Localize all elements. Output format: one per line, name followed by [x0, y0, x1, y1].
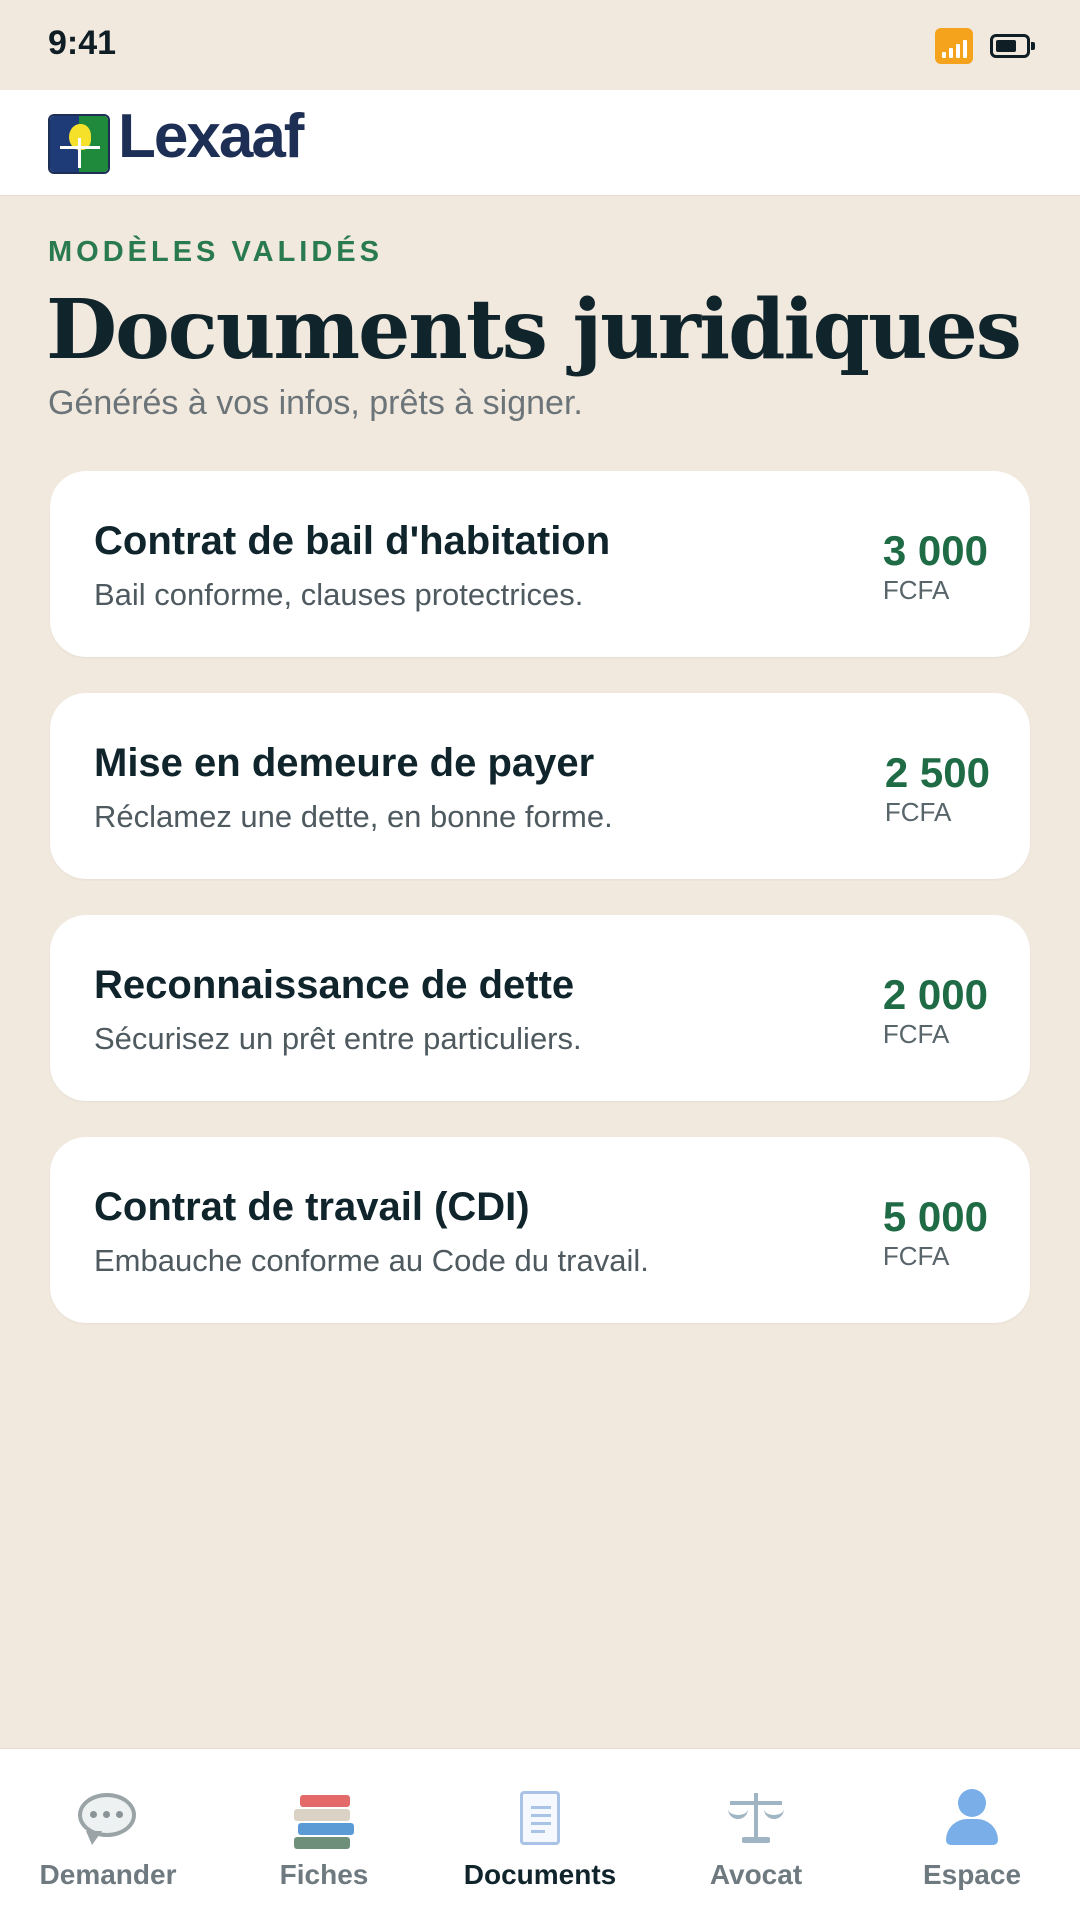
- signal-icon: [935, 28, 973, 64]
- tab-documents[interactable]: Documents: [432, 1749, 648, 1921]
- books-icon: [292, 1787, 356, 1851]
- price-currency: FCFA: [884, 797, 952, 827]
- tab-demander[interactable]: Demander: [0, 1749, 216, 1921]
- person-icon: [940, 1787, 1004, 1851]
- price-value: 2 000: [882, 971, 988, 1018]
- tab-label: Espace: [922, 1859, 1022, 1890]
- document-icon: [508, 1787, 572, 1851]
- battery-icon: [990, 34, 1035, 58]
- price-currency: FCFA: [882, 1241, 950, 1271]
- tab-avocat[interactable]: Avocat: [648, 1749, 864, 1921]
- status-bar: 9:41: [0, 0, 1080, 90]
- document-card[interactable]: Mise en demeure de payer Réclamez une de…: [50, 693, 1030, 879]
- tab-label: Demander: [39, 1859, 177, 1890]
- document-title: Contrat de travail (CDI): [94, 1185, 530, 1229]
- scales-icon: [724, 1787, 788, 1851]
- document-description: Sécurisez un prêt entre particuliers.: [94, 1021, 582, 1056]
- document-card[interactable]: Contrat de bail d'habitation Bail confor…: [50, 471, 1030, 657]
- status-time: 9:41: [48, 24, 117, 62]
- price-currency: FCFA: [882, 1019, 950, 1049]
- price-value: 2 500: [884, 749, 990, 796]
- document-title: Mise en demeure de payer: [94, 741, 595, 785]
- document-price: 2 500 FCFA: [885, 749, 990, 827]
- document-description: Embauche conforme au Code du travail.: [94, 1243, 649, 1278]
- tab-label: Fiches: [279, 1859, 369, 1890]
- bottom-tab-bar: Demander Fiches Documents Avocat Espace: [0, 1748, 1080, 1921]
- document-card[interactable]: Contrat de travail (CDI) Embauche confor…: [50, 1137, 1030, 1323]
- logo-text[interactable]: Lexaaf: [118, 106, 304, 168]
- tab-label: Documents: [463, 1859, 617, 1890]
- document-price: 2 000 FCFA: [883, 971, 988, 1049]
- section-eyebrow: MODÈLES VALIDÉS: [48, 236, 383, 268]
- document-price: 3 000 FCFA: [883, 527, 988, 605]
- document-description: Bail conforme, clauses protectrices.: [94, 577, 584, 612]
- document-title: Contrat de bail d'habitation: [94, 519, 611, 563]
- price-value: 3 000: [882, 527, 988, 574]
- document-description: Réclamez une dette, en bonne forme.: [94, 799, 613, 834]
- page-title: Documents juridiques: [46, 282, 1022, 378]
- price-value: 5 000: [882, 1193, 988, 1240]
- document-card[interactable]: Reconnaissance de dette Sécurisez un prê…: [50, 915, 1030, 1101]
- tab-espace[interactable]: Espace: [864, 1749, 1080, 1921]
- document-title: Reconnaissance de dette: [94, 963, 575, 1007]
- tab-label: Avocat: [709, 1859, 803, 1890]
- logo-icon[interactable]: [48, 114, 110, 174]
- speech-bubble-icon: [76, 1787, 140, 1851]
- document-price: 5 000 FCFA: [883, 1193, 988, 1271]
- tab-fiches[interactable]: Fiches: [216, 1749, 432, 1921]
- page-subtitle: Générés à vos infos, prêts à signer.: [48, 384, 583, 422]
- price-currency: FCFA: [882, 575, 950, 605]
